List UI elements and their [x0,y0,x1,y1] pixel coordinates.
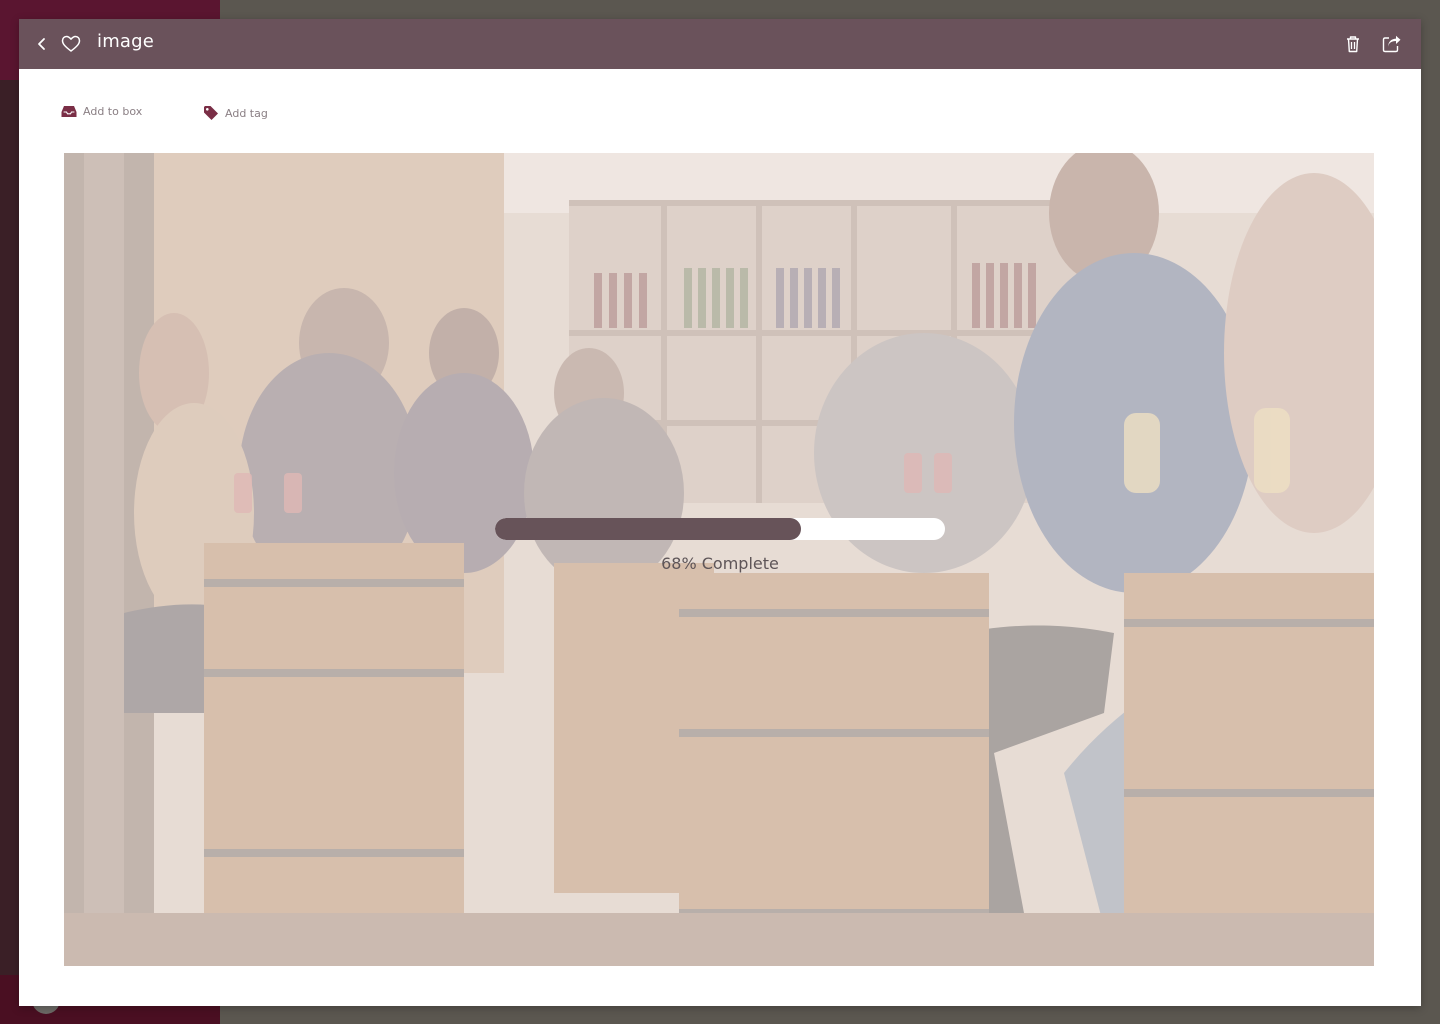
share-icon [1382,35,1401,53]
add-tag-label: Add tag [225,106,268,120]
share-button[interactable] [1379,19,1405,69]
image-viewer-modal: image Add to box Add tag 68% Complete [19,19,1421,1006]
add-to-box-button[interactable]: Add to box [61,105,142,118]
add-tag-button[interactable]: Add tag [203,105,268,121]
photo-preview: 68% Complete [64,153,1374,966]
back-button[interactable] [31,19,53,69]
heart-icon [61,35,81,52]
upload-progress-bar [495,518,945,540]
viewer-title: image [97,31,155,52]
trash-icon [1347,36,1359,53]
tag-icon [204,106,218,120]
delete-button[interactable] [1341,19,1365,69]
chevron-left-icon [38,38,45,50]
add-to-box-label: Add to box [83,105,143,118]
viewer-header: image [19,19,1421,69]
upload-progress-fill [495,518,801,540]
upload-progress-label: 68% Complete [661,554,779,573]
inbox-icon [61,106,77,117]
favorite-button[interactable] [59,19,83,69]
